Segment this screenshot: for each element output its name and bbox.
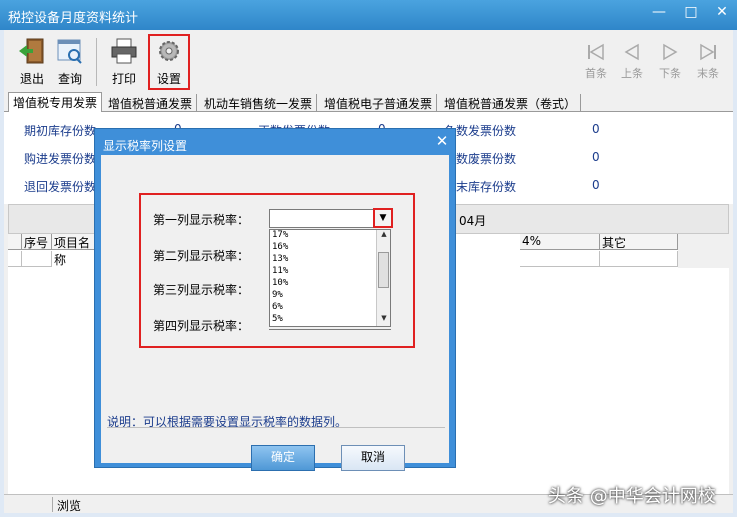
returned-label: 退回发票份数 (24, 180, 97, 194)
status-mode: 浏览 (52, 497, 102, 513)
title-bar: 税控设备月度资料统计 — □ ✕ (0, 0, 737, 30)
negative-count-value: 0 (592, 122, 600, 136)
query-button[interactable]: 查询 (50, 36, 90, 92)
row1-label: 第一列显示税率： (153, 213, 250, 227)
opening-stock-label: 期初库存份数 (24, 124, 97, 138)
tab-general-vat[interactable]: 增值税普通发票 (104, 94, 198, 112)
exit-label: 退出 (19, 72, 44, 86)
rate-option[interactable]: 11% (272, 266, 288, 276)
row1-dropdown-button[interactable]: ▼ (373, 208, 393, 228)
grid-cell[interactable] (520, 251, 600, 267)
row4-rate-select-edge[interactable] (269, 327, 391, 330)
rate-option[interactable]: 5% (272, 314, 283, 324)
rate-option[interactable]: 9% (272, 290, 283, 300)
maximize-button[interactable]: □ (676, 0, 706, 26)
print-button[interactable]: 打印 (104, 36, 144, 92)
first-label: 首条 (585, 67, 607, 80)
grid-row-indicator[interactable] (8, 251, 22, 267)
toolbar-separator (96, 38, 97, 86)
tax-rate-column-dialog: 显示税率列设置 ✕ 第一列显示税率： 第二列显示税率： 第三列显示税率： 第四列… (94, 128, 456, 471)
grid-header-4pct[interactable]: 4% (520, 234, 600, 250)
close-window-button[interactable]: ✕ (707, 0, 737, 26)
rate-option[interactable]: 17% (272, 230, 288, 240)
watermark-text: 头条 @中华会计网校 (548, 486, 716, 507)
row4-label: 第四列显示税率： (153, 319, 250, 333)
scroll-down-icon[interactable]: ▼ (377, 314, 390, 326)
toolbar: 退出 查询 打印 设置 首条 上条 下条 末条 (4, 30, 733, 92)
negative-void-value: 0 (592, 150, 600, 164)
grid-row-indicator-header (8, 234, 22, 250)
gear-icon (159, 41, 179, 61)
rate-option[interactable]: 10% (272, 278, 288, 288)
dropdown-scrollbar[interactable]: ▲ ▼ (376, 230, 390, 326)
rate-option[interactable]: 13% (272, 254, 288, 264)
cancel-button[interactable]: 取消 (341, 445, 405, 471)
scroll-thumb[interactable] (378, 252, 389, 288)
next-label: 下条 (659, 67, 681, 80)
rate-dropdown-list[interactable]: 17% 16% 13% 11% 10% 9% 6% 5% ▲ ▼ (269, 229, 391, 327)
scroll-up-icon[interactable]: ▲ (377, 230, 390, 242)
settings-label: 设置 (156, 72, 181, 86)
printer-icon (111, 38, 137, 64)
row2-label: 第二列显示税率： (153, 249, 250, 263)
print-label: 打印 (111, 72, 136, 86)
prev-label: 上条 (621, 67, 643, 80)
row3-label: 第三列显示税率： (153, 283, 250, 297)
previous-icon (624, 43, 639, 61)
tab-electronic-general-vat[interactable]: 增值税电子普通发票 (320, 94, 438, 112)
grid-cell[interactable] (22, 251, 52, 267)
exit-door-icon (19, 38, 44, 64)
closing-stock-value: 0 (592, 178, 600, 192)
rate-option[interactable]: 6% (272, 302, 283, 312)
search-document-icon (57, 39, 82, 64)
last-label: 末条 (697, 67, 719, 80)
purchased-label: 购进发票份数 (24, 152, 97, 166)
ok-button[interactable]: 确定 (251, 445, 315, 471)
next-record-button[interactable]: 下条 (654, 40, 686, 82)
chevron-down-icon: ▼ (379, 213, 387, 223)
month-label: 04月 (459, 214, 487, 228)
window-title: 税控设备月度资料统计 (8, 11, 139, 26)
previous-record-button[interactable]: 上条 (616, 40, 648, 82)
invoice-type-tabs: 增值税专用发票 增值税普通发票 机动车销售统一发票 增值税电子普通发票 增值税普… (4, 92, 733, 113)
exit-button[interactable]: 退出 (12, 36, 52, 92)
dialog-body: 第一列显示税率： 第二列显示税率： 第三列显示税率： 第四列显示税率： ▼ 17… (101, 155, 449, 471)
rate-option[interactable]: 16% (272, 242, 288, 252)
minimize-button[interactable]: — (644, 0, 674, 26)
first-icon (588, 43, 604, 61)
grid-cell[interactable] (600, 251, 678, 267)
tab-special-vat[interactable]: 增值税专用发票 (8, 92, 103, 113)
next-icon (663, 43, 678, 61)
first-record-button[interactable]: 首条 (580, 40, 612, 82)
tab-roll-general-vat[interactable]: 增值税普通发票（卷式） (440, 94, 582, 112)
grid-header-seq[interactable]: 序号 (22, 234, 52, 250)
grid-header-other[interactable]: 其它 (600, 234, 678, 250)
last-record-button[interactable]: 末条 (692, 40, 724, 82)
query-label: 查询 (57, 72, 82, 86)
tab-motor-vehicle[interactable]: 机动车销售统一发票 (200, 94, 318, 112)
dialog-title: 显示税率列设置 (103, 139, 188, 153)
dialog-divider (107, 427, 445, 428)
settings-button[interactable]: 设置 (148, 34, 190, 90)
last-icon (700, 43, 716, 61)
dialog-close-button[interactable]: ✕ (431, 132, 453, 152)
